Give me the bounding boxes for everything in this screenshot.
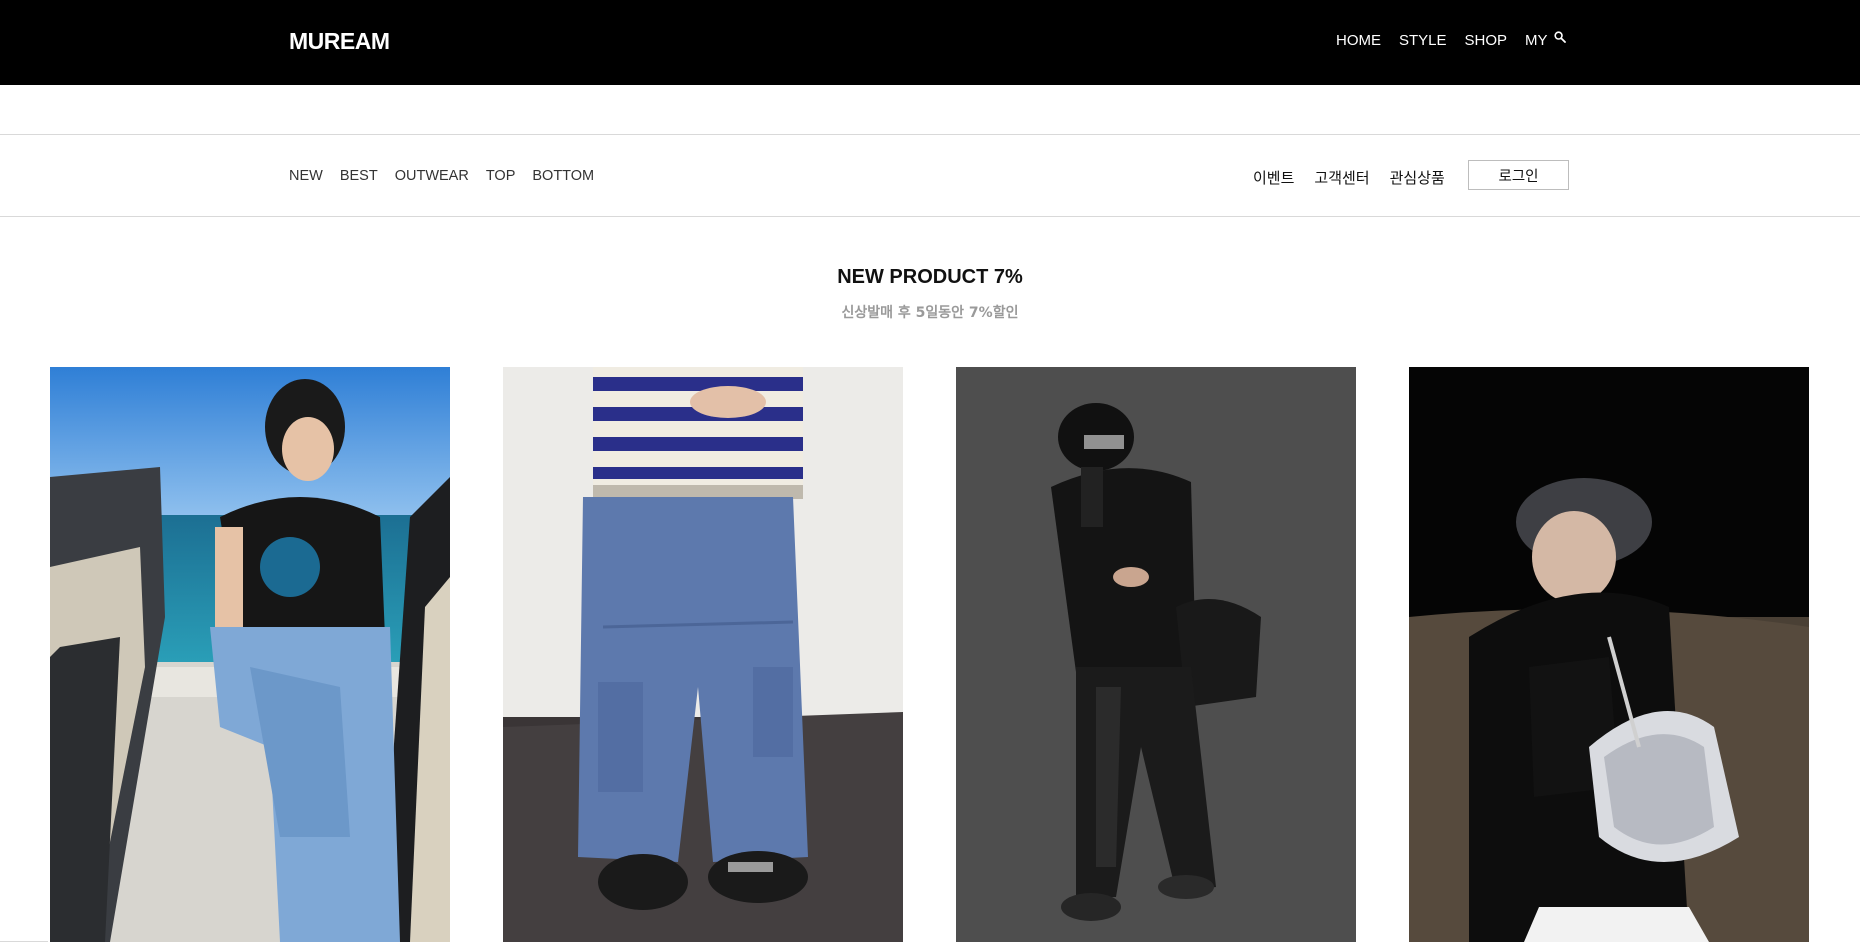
category-nav: NEW BEST OUTWEAR TOP BOTTOM <box>289 168 611 184</box>
product-card[interactable] <box>956 367 1356 942</box>
section-subtitle: 신상발매 후 5일동안 7%할인 <box>841 305 1019 321</box>
product-image[interactable] <box>956 367 1356 942</box>
product-image[interactable] <box>1409 367 1809 942</box>
login-button[interactable]: 로그인 <box>1468 160 1569 190</box>
category-bottom[interactable]: BOTTOM <box>532 168 594 184</box>
nav-home[interactable]: HOME <box>1336 32 1381 49</box>
product-image[interactable] <box>503 367 903 942</box>
category-best[interactable]: BEST <box>340 168 378 184</box>
category-outwear[interactable]: OUTWEAR <box>395 168 469 184</box>
product-card[interactable] <box>1409 367 1809 942</box>
site-logo[interactable]: MUREAM <box>289 28 390 55</box>
nav-customer-center[interactable]: 고객센터 <box>1314 167 1369 188</box>
category-top[interactable]: TOP <box>486 168 516 184</box>
nav-style[interactable]: STYLE <box>1399 32 1447 49</box>
section-title: NEW PRODUCT 7% <box>837 266 1023 288</box>
category-new[interactable]: NEW <box>289 168 323 184</box>
top-nav: HOME STYLE SHOP MY <box>1336 32 1566 49</box>
utility-nav: 이벤트 고객센터 관심상품 <box>1253 167 1465 188</box>
product-card[interactable] <box>503 367 903 942</box>
nav-my[interactable]: MY <box>1525 32 1548 49</box>
search-icon[interactable] <box>1554 31 1566 43</box>
top-header: MUREAM HOME STYLE SHOP MY <box>0 0 1860 85</box>
divider <box>0 134 1860 135</box>
product-card[interactable] <box>50 367 450 942</box>
nav-wishlist[interactable]: 관심상품 <box>1390 167 1445 188</box>
nav-event[interactable]: 이벤트 <box>1253 167 1294 188</box>
nav-shop[interactable]: SHOP <box>1465 32 1508 49</box>
product-image[interactable] <box>50 367 450 942</box>
divider <box>0 216 1860 217</box>
